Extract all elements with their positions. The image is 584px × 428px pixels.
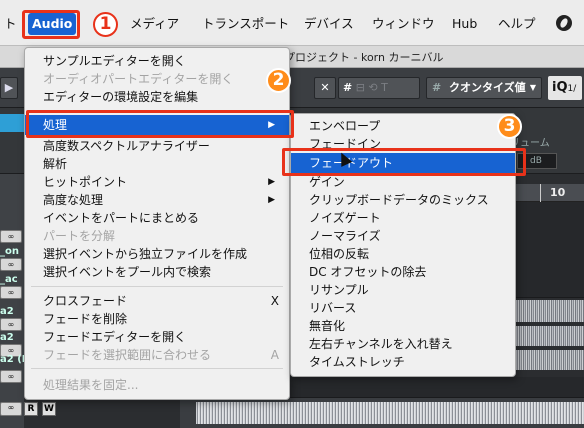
menu-item-crossfade[interactable]: クロスフェード X [25, 292, 289, 310]
write-button[interactable]: W [42, 402, 56, 416]
iq-suffix: 1/ [567, 84, 577, 94]
submenu-item-noise-gate[interactable]: ノイズゲート [291, 209, 515, 227]
audio-event-2[interactable] [516, 326, 584, 346]
submenu-item-reverse[interactable]: リバース [291, 299, 515, 317]
track-3-buttons[interactable]: ∞ [0, 286, 22, 299]
audio-event-1[interactable] [516, 300, 584, 322]
iq-button[interactable]: iQ1/ [548, 76, 582, 100]
status-icon-glyph [558, 17, 570, 29]
menu-bar-item-window[interactable]: ウィンドウ [368, 13, 439, 35]
fade-out-annotation-box [282, 148, 526, 176]
quantize-value-dropdown[interactable]: # クオンタイズ値 ▼ [426, 77, 542, 99]
step-2-badge: 2 [266, 68, 291, 93]
menu-item-freeze-edits: 処理結果を固定... [43, 378, 139, 392]
menu-separator [31, 368, 283, 369]
track-2-buttons[interactable]: ∞ [0, 258, 22, 271]
left-zone-tab[interactable] [0, 114, 24, 132]
shortcut-key: A [270, 348, 279, 362]
audio-event-bottom[interactable] [196, 402, 584, 424]
menu-bar-item-help[interactable]: ヘルプ [494, 13, 540, 35]
track-label-4: a2 [0, 306, 14, 317]
ruler-marker: 10 [550, 186, 566, 199]
audio-event-3[interactable] [516, 350, 584, 370]
menu-item-dissolve-part: パートを分解 [43, 229, 116, 243]
menu-item-analysis[interactable]: 解析 [25, 155, 289, 173]
menu-item-open-audio-part-editor: オーディオパートエディターを開く [43, 72, 234, 86]
timeline-ruler[interactable]: 10 [516, 184, 584, 202]
menu-item-open-fade-editor[interactable]: フェードエディターを開く [25, 328, 289, 346]
submenu-item-normalize[interactable]: ノーマライズ [291, 227, 515, 245]
submenu-item-swap-channels[interactable]: 左右チャンネルを入れ替え [291, 335, 515, 353]
submenu-item-phase-reverse[interactable]: 位相の反転 [291, 245, 515, 263]
audio-menu-annotation-box [22, 10, 80, 39]
arrange-lanes-upper[interactable] [516, 202, 584, 298]
menu-bar-item-devices[interactable]: デバイス [300, 13, 358, 35]
toolbar-left-icon: ▶ [4, 81, 14, 94]
close-x-icon: ✕ [320, 81, 330, 94]
menu-item-advanced-processing[interactable]: 高度な処理 ▶ [25, 191, 289, 209]
step-3-badge: 3 [497, 114, 522, 139]
ruler-tick [540, 184, 541, 202]
project-title: プロジェクト - korn カーニバル [284, 51, 444, 64]
quantize-value-label: クオンタイズ値 [449, 81, 526, 94]
menu-item-open-sample-editor[interactable]: サンプルエディターを開く [25, 52, 289, 70]
submenu-item-time-stretch[interactable]: タイムストレッチ [291, 353, 515, 371]
menu-item-editor-preferences[interactable]: エディターの環境設定を編集 [25, 88, 289, 106]
menu-item-remove-fades[interactable]: フェードを削除 [25, 310, 289, 328]
submenu-item-mix-clipboard[interactable]: クリップボードデータのミックス [291, 191, 515, 209]
menu-bar-item-prev[interactable]: ト [0, 13, 21, 35]
audio-menu: サンプルエディターを開く オーディオパートエディターを開く エディターの環境設定… [24, 47, 290, 400]
step-1-badge: 1 [93, 12, 118, 37]
track-list: ∞ _on ∞ _ac ∞ a2 ∞ a2 ∞ a2 (D ∞ ∞ [0, 174, 30, 428]
arrange-lane-lower[interactable] [290, 377, 584, 398]
submenu-item-remove-dc-offset[interactable]: DC オフセットの除去 [291, 263, 515, 281]
snap-disabled-icons: ⊟ ⟲ T [355, 81, 388, 94]
menu-item-find-in-pool[interactable]: 選択イベントをプール内で検索 [25, 263, 289, 281]
submenu-arrow-icon: ▶ [268, 177, 275, 187]
menu-item-crossfade-label: クロスフェード [43, 294, 128, 308]
track-1-buttons[interactable]: ∞ [0, 230, 22, 243]
menu-item-spectrum-analyzer[interactable]: 高度数スペクトルアナライザー [25, 137, 289, 155]
toolbar-left-button[interactable]: ▶ [0, 77, 18, 99]
status-icon[interactable] [556, 15, 572, 31]
submenu-arrow-icon: ▶ [268, 195, 275, 205]
menu-item-hitpoints-label: ヒットポイント [43, 175, 128, 189]
menu-bar-item-hub[interactable]: Hub [448, 13, 481, 35]
snap-grid-group[interactable]: # ⊟ ⟲ T [338, 77, 420, 99]
grid-icon: # [343, 81, 353, 94]
menu-item-fade-to-range-label: フェードを選択範囲に合わせる [43, 348, 212, 362]
toolbar-mute-button[interactable]: ✕ [314, 77, 336, 99]
track-label-3: _ac [0, 274, 18, 285]
menu-item-advanced-label: 高度な処理 [43, 193, 104, 207]
process-annotation-box [26, 110, 294, 138]
track-4-buttons[interactable]: ∞ [0, 318, 22, 331]
menu-bar-item-transport[interactable]: トランスポート [198, 13, 293, 35]
menu-bar: ト Audio MI メディア トランスポート デバイス ウィンドウ Hub ヘ… [0, 0, 584, 46]
read-button[interactable]: R [24, 402, 38, 416]
menu-bar-item-media[interactable]: メディア [126, 13, 183, 35]
submenu-item-silence[interactable]: 無音化 [291, 317, 515, 335]
quantize-grid-icon: # [432, 81, 442, 94]
menu-item-fade-to-range: フェードを選択範囲に合わせる A [25, 346, 289, 364]
submenu-item-resample[interactable]: リサンプル [291, 281, 515, 299]
shortcut-key: X [270, 294, 279, 308]
chevron-down-icon: ▼ [529, 83, 536, 92]
track-6-buttons[interactable]: ∞ [0, 370, 22, 383]
db-label: dB [530, 156, 542, 166]
track-label-2: _on [0, 246, 19, 257]
iq-label: iQ [552, 80, 568, 95]
track-label-5: a2 [0, 332, 14, 343]
submenu-item-envelope[interactable]: エンベロープ [291, 117, 515, 135]
menu-separator [31, 286, 283, 287]
menu-item-events-to-part[interactable]: イベントをパートにまとめる [25, 209, 289, 227]
menu-item-hitpoints[interactable]: ヒットポイント ▶ [25, 173, 289, 191]
track-7-link-button[interactable]: ∞ [0, 402, 22, 416]
menu-item-independent-file[interactable]: 選択イベントから独立ファイルを作成 [25, 245, 289, 263]
